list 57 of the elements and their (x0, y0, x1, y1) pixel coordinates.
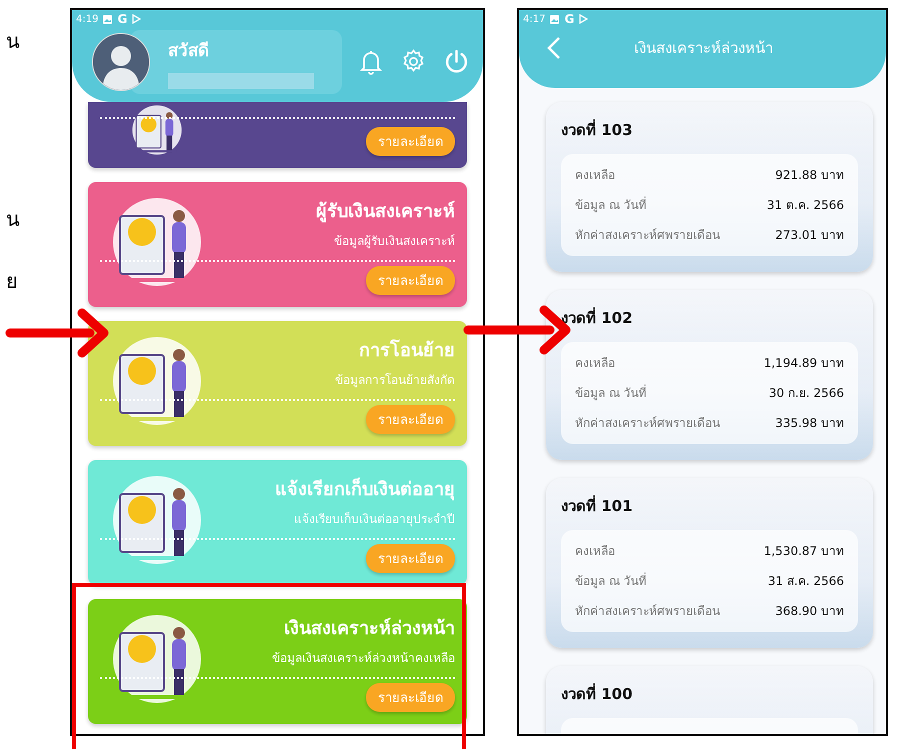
card-subtitle: แจ้งเรียบเก็บเงินต่ออายุประจำปี (294, 510, 455, 528)
card-subtitle: ข้อมูลการโอนย้ายสังกัด (335, 372, 455, 389)
status-time: 4:19 (76, 14, 98, 24)
details-button[interactable]: รายละเอียด (366, 127, 455, 156)
settings-icon[interactable] (401, 49, 426, 74)
row-value: 30 ก.ย. 2566 (768, 385, 844, 402)
menu-card[interactable]: แจ้งเรียกเก็บเงินต่ออายุ แจ้งเรียบเก็บเงินต่ออายุประจำปี รายละเอียด (88, 460, 467, 585)
play-icon (579, 14, 588, 24)
row-value: 368.90 บาท (775, 603, 844, 620)
play-icon (132, 14, 142, 24)
screen-title: เงินสงเคราะห์ล่วงหน้า (633, 38, 774, 59)
row-label: หักค่าสงเคราะห์ศพรายเดือน (575, 227, 720, 244)
row-value: 31 ส.ค. 2566 (768, 573, 844, 590)
card-title: การโอนย้าย (359, 338, 455, 363)
details-button[interactable]: รายละเอียด (366, 544, 455, 573)
row-label: ข้อมูล ณ วันที่ (575, 196, 647, 214)
greeting: สวัสดี (168, 40, 210, 62)
row-label: ข้อมูล ณ วันที่ (575, 384, 647, 402)
power-icon[interactable] (444, 49, 469, 74)
row-label: หักค่าสงเคราะห์ศพรายเดือน (575, 603, 720, 620)
text-fragment: น (6, 208, 21, 230)
card-subtitle: ข้อมูลเงินสงเคราะห์ล่วงหน้าคงเหลือ (272, 650, 455, 667)
installment-title: งวดที่ 102 (561, 306, 634, 329)
row-label: คงเหลือ (575, 355, 615, 372)
installment-title: งวดที่ 101 (561, 494, 634, 517)
row-value: 273.01 บาท (775, 227, 844, 244)
text-fragment: ย (6, 270, 19, 292)
back-icon[interactable] (547, 36, 561, 60)
image-icon (103, 14, 112, 24)
card-title: แจ้งเรียกเก็บเงินต่ออายุ (275, 476, 455, 502)
card-subtitle: ข้อมูลผู้รับเงินสงเคราะห์ (334, 233, 455, 250)
status-time: 4:17 (523, 14, 546, 24)
details-button[interactable]: รายละเอียด (366, 266, 455, 295)
details-button[interactable]: รายละเอียด (366, 683, 455, 712)
row-label: คงเหลือ (575, 543, 615, 560)
menu-card[interactable]: เงินสงเคราะห์ล่วงหน้า ข้อมูลเงินสงเคราะห์ล่วงหน้าคงเหลือ รายละเอียด (88, 599, 467, 724)
row-value: 335.98 บาท (775, 415, 844, 432)
menu-card[interactable]: รายละเอียด (88, 102, 467, 168)
status-letter: G (117, 12, 128, 26)
image-icon (550, 14, 560, 24)
installment-title: งวดที่ 103 (561, 118, 634, 141)
details-button[interactable]: รายละเอียด (366, 405, 455, 434)
text-fragment: น (6, 30, 21, 52)
status-letter: G (564, 12, 574, 26)
card-title: เงินสงเคราะห์ล่วงหน้า (284, 616, 455, 641)
bell-icon[interactable] (359, 49, 383, 75)
row-label: หักค่าสงเคราะห์ศพรายเดือน (575, 415, 720, 432)
row-value: 31 ต.ค. 2566 (766, 197, 844, 214)
row-value: 1,194.89 บาท (764, 355, 844, 372)
row-value: 1,530.87 บาท (764, 543, 844, 560)
menu-card[interactable]: ผู้รับเงินสงเคราะห์ ข้อมูลผู้รับเงินสงเคราะห์ รายละเอียด (88, 182, 467, 307)
card-title: ผู้รับเงินสงเคราะห์ (316, 200, 455, 224)
row-value: 921.88 บาท (775, 167, 844, 184)
menu-card[interactable]: การโอนย้าย ข้อมูลการโอนย้ายสังกัด รายละเอียด (88, 321, 467, 446)
row-label: คงเหลือ (575, 167, 615, 184)
installment-title: งวดที่ 100 (561, 682, 634, 705)
row-label: ข้อมูล ณ วันที่ (575, 572, 647, 590)
